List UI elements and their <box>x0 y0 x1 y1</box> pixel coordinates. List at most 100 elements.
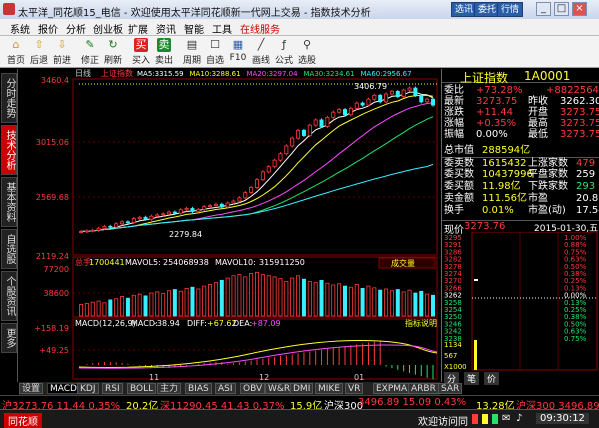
volume-bar <box>284 281 289 317</box>
tab-stock-news[interactable]: 个股资讯 <box>1 271 17 321</box>
mail-icon[interactable]: ✉ <box>502 413 510 424</box>
menu-system[interactable]: 系统 <box>10 21 30 36</box>
formula-button[interactable]: ƒ 公式 <box>272 37 296 67</box>
candle-body <box>348 107 353 116</box>
draw-line-button[interactable]: ╱ 画线 <box>249 37 273 67</box>
quote-label2: 最高 <box>528 118 548 129</box>
tab-intraday[interactable]: 分时走势 <box>1 73 17 123</box>
refresh-button[interactable]: ↻ 刷新 <box>101 37 125 67</box>
market-button[interactable]: 行情 <box>497 2 524 17</box>
menu-gem[interactable]: 创业板 <box>93 21 123 36</box>
indicator-tab-0[interactable]: 设置 <box>19 383 44 394</box>
x-tick-12: 12 <box>259 373 269 382</box>
volume-bar <box>260 274 265 317</box>
candle-body <box>319 119 324 127</box>
volume-tick-mid: 38600 <box>44 289 69 298</box>
stat-label2: 下跌家数 <box>528 181 568 192</box>
signal-icon <box>472 414 478 424</box>
menu-news[interactable]: 资讯 <box>156 21 176 36</box>
quote-value: +11.44 <box>476 107 514 118</box>
candle-body <box>79 231 84 233</box>
indicator-tab-expma13[interactable]: EXPMA <box>373 383 411 394</box>
menu-analysis[interactable]: 分析 <box>66 21 86 36</box>
sound-icon[interactable]: ♪ <box>516 413 522 424</box>
volume-bar <box>143 295 148 317</box>
mini-intraday-chart[interactable]: 3295 1.00% 3291 0.88% 3286 0.75% 3282 0.63% 3278… <box>442 231 599 372</box>
indicator-tab-asi7[interactable]: ASI <box>215 383 236 394</box>
menu-extension[interactable]: 扩展 <box>128 21 148 36</box>
volume-bar <box>430 294 435 317</box>
candle-body <box>161 213 166 216</box>
stock-pick-button[interactable]: ⚲ 选股 <box>295 37 319 67</box>
macd-value: -38.94 <box>154 319 180 328</box>
quote-row: 涨跌 +11.44 开盘 3273.75 <box>442 107 599 118</box>
menu-tools[interactable]: 工具 <box>212 21 232 36</box>
indicator-tab-arbr14[interactable]: ARBR <box>408 383 439 394</box>
stat-value: 10437996 <box>482 169 533 180</box>
volume-bar <box>208 283 213 317</box>
favorite-button[interactable]: ☐ 自选 <box>203 37 227 67</box>
forward-button[interactable]: ⇩ 前进 <box>50 37 74 67</box>
tab-technical[interactable]: 技术分析 <box>1 125 17 175</box>
buy-button[interactable]: 买买入 <box>129 37 153 67</box>
ma-legend: MA5:3315.59 MA10:3288.61 MA20:3297.04 MA30:… <box>137 70 412 78</box>
candle-body <box>202 206 207 210</box>
maximize-icon[interactable]: □ <box>554 2 569 16</box>
candle-body <box>395 91 400 98</box>
dea-value: +87.09 <box>251 319 281 328</box>
kline-chart[interactable]: 日线 上证指数 MA5:3315.59 MA10:3288.61 MA20:3297… <box>19 69 440 382</box>
f10-button[interactable]: ▦ F10 <box>226 37 250 67</box>
candle-body <box>425 98 430 103</box>
footer-link[interactable]: 欢迎访问同 <box>418 413 468 428</box>
menu-online-service[interactable]: 在线服务 <box>240 21 280 36</box>
tab-ticks[interactable]: 笔 <box>464 372 480 385</box>
stat-value: 11.98亿 <box>482 181 521 192</box>
stat-row: 换手 0.01% 市盈(动) 17.54 <box>442 205 599 216</box>
volume-bar <box>301 278 306 317</box>
indicator-tab-wr9[interactable]: W&R <box>265 383 294 394</box>
candle-body <box>184 208 189 211</box>
volume-bar <box>161 293 166 317</box>
volume-bar <box>290 277 295 317</box>
home-button[interactable]: ⌂ 首页 <box>4 37 28 67</box>
quote-value2: 3273.75 <box>560 118 599 129</box>
indicator-tab-obv8[interactable]: OBV <box>240 383 266 394</box>
price-tick-mid1: 3015.06 <box>36 138 69 147</box>
quote-label: 振幅 <box>444 129 464 140</box>
minimize-icon[interactable]: _ <box>536 2 551 16</box>
edit-button[interactable]: ✎ 修正 <box>78 37 102 67</box>
indicator-tab-boll4[interactable]: BOLL <box>127 383 157 394</box>
indicator-tab-vr12[interactable]: VR <box>345 383 364 394</box>
tab-more[interactable]: 更多 <box>1 323 17 353</box>
volume-bar <box>231 275 236 317</box>
close-icon[interactable]: × <box>572 2 587 16</box>
candle-body <box>243 192 248 199</box>
volume-bar <box>348 286 353 317</box>
tab-watchlist[interactable]: 自选股 <box>1 229 17 269</box>
indicator-tab-dmi10[interactable]: DMI <box>290 383 314 394</box>
indicator-tab-5[interactable]: 主力 <box>157 383 182 394</box>
tab-price[interactable]: 价 <box>484 372 500 385</box>
indicator-tab-bias6[interactable]: BIAS <box>185 383 212 394</box>
volume-bar <box>401 291 406 317</box>
indicator-tab-bar: 设置 MACD KDJ RSI BOLL 主力 BIAS ASI OBV W&R DMI MIKE VR… <box>19 382 463 395</box>
stock-pick-icon: ⚲ <box>302 38 312 51</box>
volume-bar <box>125 297 130 317</box>
indicator-help-link[interactable]: 指标说明 <box>405 318 437 328</box>
edit-icon: ✎ <box>85 38 95 51</box>
back-button[interactable]: ⇧ 后退 <box>27 37 51 67</box>
indicator-tab-mike11[interactable]: MIKE <box>315 383 344 394</box>
indicator-tab-rsi3[interactable]: RSI <box>102 383 123 394</box>
menu-smart[interactable]: 智能 <box>184 21 204 36</box>
candle-body <box>149 215 154 220</box>
candle-body <box>96 227 101 231</box>
indicator-tab-macd1[interactable]: MACD <box>47 383 80 394</box>
menu-quote[interactable]: 报价 <box>38 21 58 36</box>
stat-value2: 20.85 <box>576 193 599 204</box>
indicator-tab-sar15[interactable]: SAR <box>438 383 463 394</box>
sell-button[interactable]: 卖卖出 <box>152 37 176 67</box>
tab-profile[interactable]: 基本资料 <box>1 177 17 227</box>
quote-value: 3273.75 <box>476 96 518 107</box>
indicator-tab-kdj2[interactable]: KDJ <box>77 383 99 394</box>
period-button[interactable]: ▤ 周期 <box>180 37 204 67</box>
